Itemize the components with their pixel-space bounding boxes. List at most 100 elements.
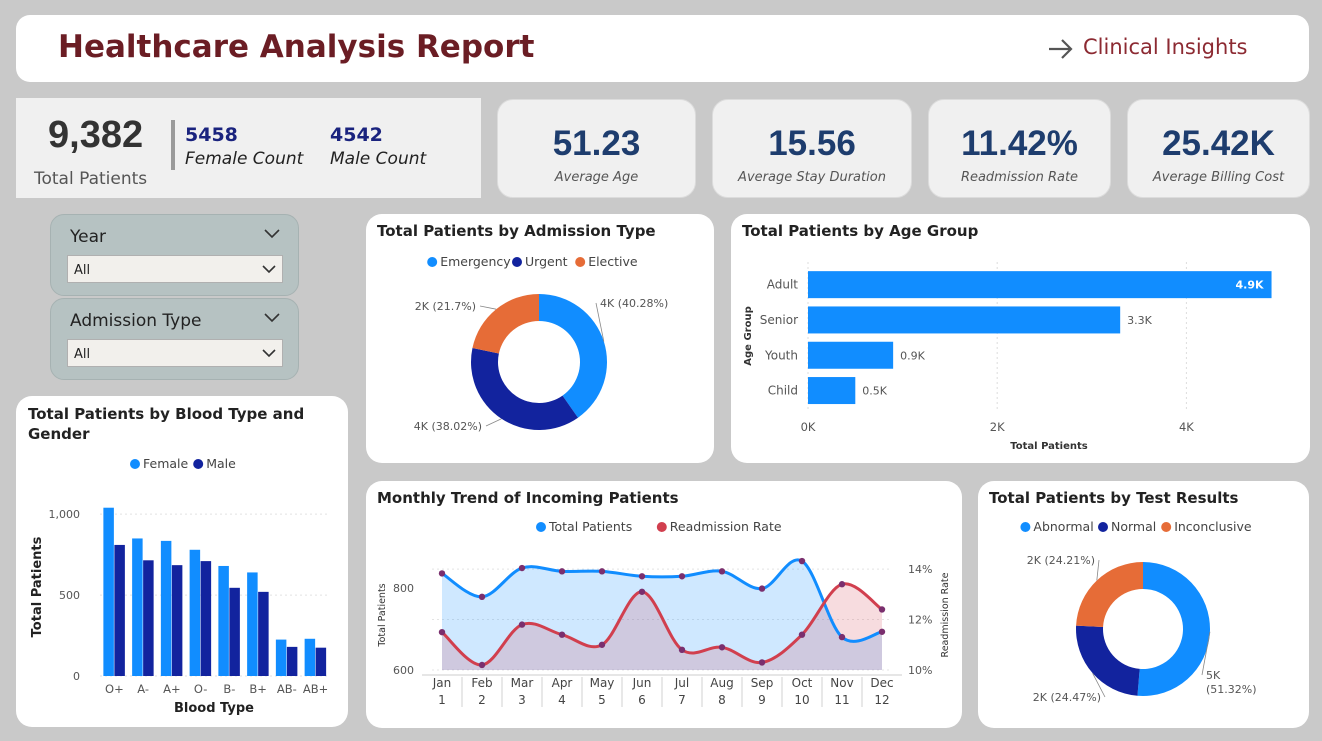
male-count-label: Male Count bbox=[330, 149, 427, 169]
data-label: 3.3K bbox=[1127, 314, 1152, 327]
x-tick-sublabel: 11 bbox=[834, 693, 849, 707]
admission-type-filter-title: Admission Type bbox=[70, 311, 202, 331]
bar bbox=[315, 647, 327, 676]
arrow-right-icon[interactable] bbox=[1046, 35, 1076, 63]
chevron-down-icon[interactable] bbox=[262, 265, 276, 274]
x-tick-sublabel: 7 bbox=[678, 693, 686, 707]
admission-type-select[interactable]: All bbox=[67, 339, 283, 367]
kpi-value: 11.42% bbox=[961, 124, 1078, 163]
bar bbox=[808, 377, 856, 405]
kpi-label: Readmission Rate bbox=[960, 170, 1079, 185]
x-tick-label: Apr bbox=[552, 676, 573, 690]
year-filter[interactable]: Year All bbox=[50, 214, 299, 296]
kpi-readmission-rate: 11.42% Readmission Rate bbox=[928, 99, 1111, 198]
data-point bbox=[718, 568, 726, 575]
data-point bbox=[638, 573, 646, 580]
bar bbox=[286, 646, 298, 676]
bar bbox=[143, 560, 154, 676]
category-label: Youth bbox=[764, 348, 798, 362]
bar bbox=[218, 565, 229, 676]
kpi-value: 25.42K bbox=[1162, 124, 1275, 163]
data-point bbox=[638, 588, 646, 595]
data-point bbox=[598, 568, 606, 575]
x-tick-label: Jan bbox=[432, 676, 452, 690]
bar bbox=[229, 587, 240, 676]
chart-title: Total Patients by Blood Type and Gender bbox=[28, 405, 305, 443]
bar bbox=[808, 271, 1272, 299]
x-tick-label: Nov bbox=[830, 676, 853, 690]
chevron-down-icon[interactable] bbox=[262, 349, 276, 358]
admission-type-chart-card: Total Patients by Admission Type Emergen… bbox=[366, 214, 714, 463]
x-tick-sublabel: 8 bbox=[718, 693, 726, 707]
data-label: 2K (21.7%) bbox=[415, 300, 476, 313]
header-bar: Healthcare Analysis Report Clinical Insi… bbox=[16, 15, 1309, 82]
total-patients-value: 9,382 bbox=[48, 114, 144, 156]
chart-title: Monthly Trend of Incoming Patients bbox=[377, 489, 679, 507]
kpi-average-billing: 25.42K Average Billing Cost bbox=[1127, 99, 1310, 198]
clinical-insights-link[interactable]: Clinical Insights bbox=[1083, 35, 1248, 59]
x-tick-sublabel: 2 bbox=[478, 693, 486, 707]
category-label: Child bbox=[768, 384, 798, 398]
x-tick-label: Jul bbox=[674, 676, 689, 690]
data-point bbox=[838, 633, 846, 641]
age-group-bar-chart: 0K 2K 4K Adult 4.9K Senior 3.3K Youth 0.9K Child 0… bbox=[743, 262, 1272, 452]
data-point bbox=[718, 644, 726, 651]
category-label: Senior bbox=[760, 313, 798, 327]
data-point bbox=[878, 606, 886, 613]
legend-marker bbox=[656, 522, 667, 532]
year-select[interactable]: All bbox=[67, 255, 283, 283]
kpi-average-age: 51.23 Average Age bbox=[497, 99, 696, 198]
x-tick-label: Aug bbox=[710, 676, 733, 690]
category-label: AB- bbox=[277, 682, 297, 696]
x-tick-label: Mar bbox=[511, 676, 534, 690]
bar bbox=[808, 306, 1121, 334]
category-label: O- bbox=[194, 682, 208, 696]
data-point bbox=[478, 661, 486, 669]
x-tick-label: 2K bbox=[990, 420, 1005, 434]
bar bbox=[808, 341, 894, 369]
legend-marker bbox=[193, 459, 204, 469]
x-tick-sublabel: 5 bbox=[598, 693, 606, 707]
leader-line bbox=[1096, 559, 1100, 581]
data-label: 2K (24.47%) bbox=[1033, 691, 1101, 704]
data-point bbox=[758, 585, 766, 592]
x-tick-label: 0K bbox=[801, 420, 816, 434]
donut-slice bbox=[1137, 562, 1210, 696]
donut-slice bbox=[539, 294, 607, 418]
legend-marker bbox=[1098, 522, 1108, 532]
y-tick-label: 600 bbox=[393, 664, 414, 677]
test-results-donut-chart: Abnormal Normal Inconclusive 5K(51.32%) 2K (… bbox=[1020, 519, 1257, 704]
data-point bbox=[758, 659, 766, 666]
admission-type-filter[interactable]: Admission Type All bbox=[50, 298, 299, 380]
data-label: 5K bbox=[1206, 669, 1221, 682]
x-axis-title: Total Patients bbox=[1010, 441, 1087, 452]
bar bbox=[160, 540, 172, 676]
y-axis-title-left: Total Patients bbox=[377, 583, 388, 647]
x-tick-sublabel: 6 bbox=[638, 693, 646, 707]
chart-title: Total Patients by Test Results bbox=[989, 489, 1239, 507]
chevron-down-icon[interactable] bbox=[264, 229, 280, 239]
data-point bbox=[798, 631, 806, 638]
y-tick-label: 0 bbox=[73, 670, 80, 683]
y-tick-label: 12% bbox=[908, 614, 932, 627]
bar bbox=[258, 591, 269, 676]
monthly-trend-line-chart: Total Patients Readmission Rate 600 800 10% 1… bbox=[377, 519, 951, 707]
bar bbox=[103, 507, 114, 676]
x-tick-sublabel: 10 bbox=[794, 693, 809, 707]
y-tick-label: 14% bbox=[908, 563, 932, 576]
chevron-down-icon[interactable] bbox=[264, 313, 280, 323]
x-axis-title: Blood Type bbox=[174, 701, 254, 716]
kpi-value: 15.56 bbox=[768, 124, 856, 163]
x-tick-sublabel: 12 bbox=[874, 693, 889, 707]
legend-marker bbox=[512, 257, 522, 267]
data-label: 4.9K bbox=[1236, 279, 1264, 292]
data-point bbox=[878, 628, 886, 635]
female-count-label: Female Count bbox=[185, 149, 304, 169]
patients-summary-card: 9,382 Total Patients 5458 Female Count 4… bbox=[16, 98, 481, 198]
divider bbox=[171, 120, 175, 170]
data-point bbox=[438, 628, 446, 636]
legend-label: Readmission Rate bbox=[670, 519, 782, 534]
data-point bbox=[558, 568, 566, 575]
bar bbox=[200, 561, 212, 676]
legend-marker bbox=[575, 257, 586, 267]
